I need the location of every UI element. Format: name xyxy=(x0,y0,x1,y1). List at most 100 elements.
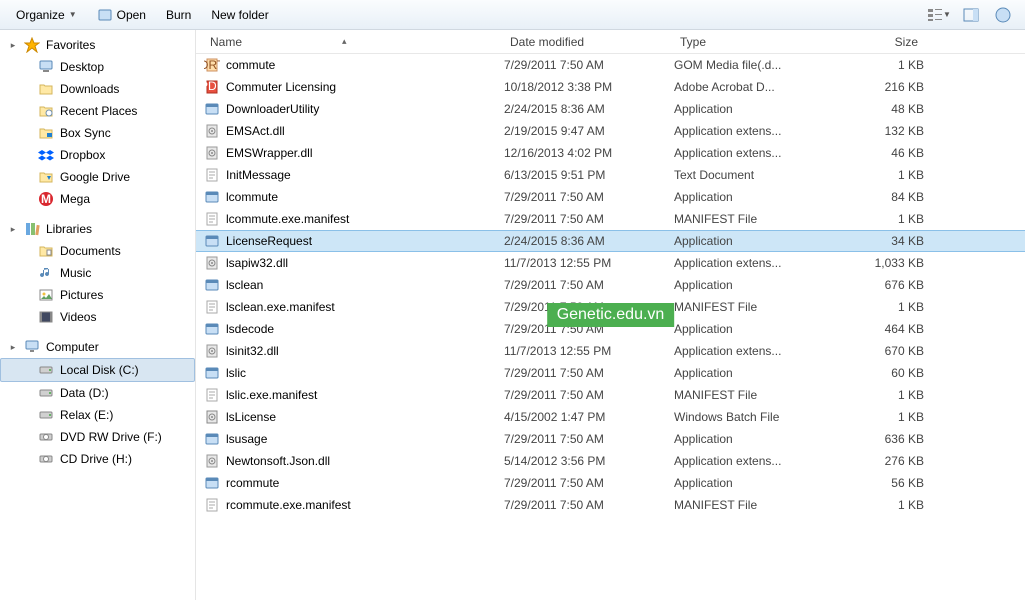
file-size: 1 KB xyxy=(824,410,924,424)
file-row[interactable]: Newtonsoft.Json.dll5/14/2012 3:56 PMAppl… xyxy=(196,450,1025,472)
file-name: rcommute xyxy=(226,476,279,490)
tree-item-label: Recent Places xyxy=(60,104,137,118)
tree-item-label: Music xyxy=(60,266,91,280)
dropbox-icon xyxy=(38,147,54,163)
view-mode-button[interactable]: ▼ xyxy=(925,3,953,27)
file-row[interactable]: PDFCommuter Licensing10/18/2012 3:38 PMA… xyxy=(196,76,1025,98)
dll-icon xyxy=(204,343,220,359)
favorite-item[interactable]: Recent Places xyxy=(0,100,195,122)
computer-item[interactable]: CD Drive (H:) xyxy=(0,448,195,470)
file-row[interactable]: EMSAct.dll2/19/2015 9:47 AMApplication e… xyxy=(196,120,1025,142)
organize-menu[interactable]: Organize ▼ xyxy=(8,4,85,26)
favorite-item[interactable]: Dropbox xyxy=(0,144,195,166)
favorite-item[interactable]: Downloads xyxy=(0,78,195,100)
favorite-item[interactable]: MMega xyxy=(0,188,195,210)
new-folder-button[interactable]: New folder xyxy=(203,4,276,26)
file-name-cell: EMSWrapper.dll xyxy=(204,145,504,161)
file-row[interactable]: lslic.exe.manifest7/29/2011 7:50 AMMANIF… xyxy=(196,384,1025,406)
computer-label: Computer xyxy=(46,340,99,354)
file-row[interactable]: lcommute.exe.manifest7/29/2011 7:50 AMMA… xyxy=(196,208,1025,230)
drive-icon xyxy=(38,385,54,401)
open-button[interactable]: Open xyxy=(89,3,154,27)
file-size: 1 KB xyxy=(824,58,924,72)
computer-item[interactable]: Relax (E:) xyxy=(0,404,195,426)
favorite-item[interactable]: Desktop xyxy=(0,56,195,78)
toolbar: Organize ▼ Open Burn New folder ▼ xyxy=(0,0,1025,30)
file-row[interactable]: lsapiw32.dll11/7/2013 12:55 PMApplicatio… xyxy=(196,252,1025,274)
file-name: lsusage xyxy=(226,432,267,446)
file-size: 676 KB xyxy=(824,278,924,292)
file-row[interactable]: rcommute7/29/2011 7:50 AMApplication56 K… xyxy=(196,472,1025,494)
computer-item[interactable]: DVD RW Drive (F:) xyxy=(0,426,195,448)
computer-header[interactable]: ▸ Computer xyxy=(0,336,195,358)
file-size: 60 KB xyxy=(824,366,924,380)
computer-item[interactable]: Data (D:) xyxy=(0,382,195,404)
file-row[interactable]: lcommute7/29/2011 7:50 AMApplication84 K… xyxy=(196,186,1025,208)
file-list[interactable]: DRTcommute7/29/2011 7:50 AMGOM Media fil… xyxy=(196,54,1025,600)
file-row[interactable]: lsusage7/29/2011 7:50 AMApplication636 K… xyxy=(196,428,1025,450)
file-name: lslic.exe.manifest xyxy=(226,388,317,402)
column-name[interactable]: Name ▴ xyxy=(204,31,504,53)
file-date: 7/29/2011 7:50 AM xyxy=(504,432,674,446)
open-icon xyxy=(97,7,113,23)
drive-icon xyxy=(38,407,54,423)
libraries-header[interactable]: ▸ Libraries xyxy=(0,218,195,240)
file-row[interactable]: LicenseRequest2/24/2015 8:36 AMApplicati… xyxy=(196,230,1025,252)
file-name: lsinit32.dll xyxy=(226,344,279,358)
desktop-icon xyxy=(38,59,54,75)
main-area: ▸ Favorites Desktop Downloads Recent Place… xyxy=(0,30,1025,600)
file-row[interactable]: EMSWrapper.dll12/16/2013 4:02 PMApplicat… xyxy=(196,142,1025,164)
file-row[interactable]: lsclean.exe.manifest7/29/2011 7:50 AMMAN… xyxy=(196,296,1025,318)
favorite-item[interactable]: Box Sync xyxy=(0,122,195,144)
file-date: 7/29/2011 7:50 AM xyxy=(504,190,674,204)
column-type[interactable]: Type xyxy=(674,31,824,53)
file-row[interactable]: InitMessage6/13/2015 9:51 PMText Documen… xyxy=(196,164,1025,186)
column-date[interactable]: Date modified xyxy=(504,31,674,53)
file-date: 7/29/2011 7:50 AM xyxy=(504,278,674,292)
burn-button[interactable]: Burn xyxy=(158,4,199,26)
file-row[interactable]: lsclean7/29/2011 7:50 AMApplication676 K… xyxy=(196,274,1025,296)
column-size[interactable]: Size xyxy=(824,31,924,53)
file-name: DownloaderUtility xyxy=(226,102,319,116)
tree-item-label: Desktop xyxy=(60,60,104,74)
file-date: 2/24/2015 8:36 AM xyxy=(504,102,674,116)
chevron-down-icon: ▼ xyxy=(69,10,77,19)
file-name: lcommute xyxy=(226,190,278,204)
tree-item-label: Downloads xyxy=(60,82,119,96)
file-size: 1 KB xyxy=(824,300,924,314)
library-item[interactable]: Music xyxy=(0,262,195,284)
file-size: 464 KB xyxy=(824,322,924,336)
favorites-header[interactable]: ▸ Favorites xyxy=(0,34,195,56)
file-row[interactable]: lsLicense4/15/2002 1:47 PMWindows Batch … xyxy=(196,406,1025,428)
preview-pane-button[interactable] xyxy=(957,3,985,27)
favorite-item[interactable]: Google Drive xyxy=(0,166,195,188)
file-name-cell: lsdecode xyxy=(204,321,504,337)
file-row[interactable]: DownloaderUtility2/24/2015 8:36 AMApplic… xyxy=(196,98,1025,120)
drive-icon xyxy=(38,362,54,378)
file-name-cell: lsinit32.dll xyxy=(204,343,504,359)
library-item[interactable]: Pictures xyxy=(0,284,195,306)
file-name: Commuter Licensing xyxy=(226,80,336,94)
svg-text:PDF: PDF xyxy=(204,79,220,93)
tree-item-label: Pictures xyxy=(60,288,103,302)
favorites-label: Favorites xyxy=(46,38,95,52)
file-row[interactable]: DRTcommute7/29/2011 7:50 AMGOM Media fil… xyxy=(196,54,1025,76)
navigation-pane[interactable]: ▸ Favorites Desktop Downloads Recent Place… xyxy=(0,30,196,600)
file-type: Application xyxy=(674,322,824,336)
file-name: Newtonsoft.Json.dll xyxy=(226,454,330,468)
file-name: LicenseRequest xyxy=(226,234,312,248)
file-row[interactable]: rcommute.exe.manifest7/29/2011 7:50 AMMA… xyxy=(196,494,1025,516)
file-name: lsLicense xyxy=(226,410,276,424)
tree-item-label: Data (D:) xyxy=(60,386,109,400)
library-item[interactable]: Videos xyxy=(0,306,195,328)
file-date: 6/13/2015 9:51 PM xyxy=(504,168,674,182)
file-row[interactable]: lsinit32.dll11/7/2013 12:55 PMApplicatio… xyxy=(196,340,1025,362)
library-item[interactable]: Documents xyxy=(0,240,195,262)
file-row[interactable]: lslic7/29/2011 7:50 AMApplication60 KB xyxy=(196,362,1025,384)
disc-icon xyxy=(38,429,54,445)
help-button[interactable] xyxy=(989,3,1017,27)
computer-item[interactable]: Local Disk (C:) xyxy=(0,358,195,382)
file-row[interactable]: lsdecode7/29/2011 7:50 AMApplication464 … xyxy=(196,318,1025,340)
tree-item-label: Box Sync xyxy=(60,126,111,140)
tree-item-label: CD Drive (H:) xyxy=(60,452,132,466)
